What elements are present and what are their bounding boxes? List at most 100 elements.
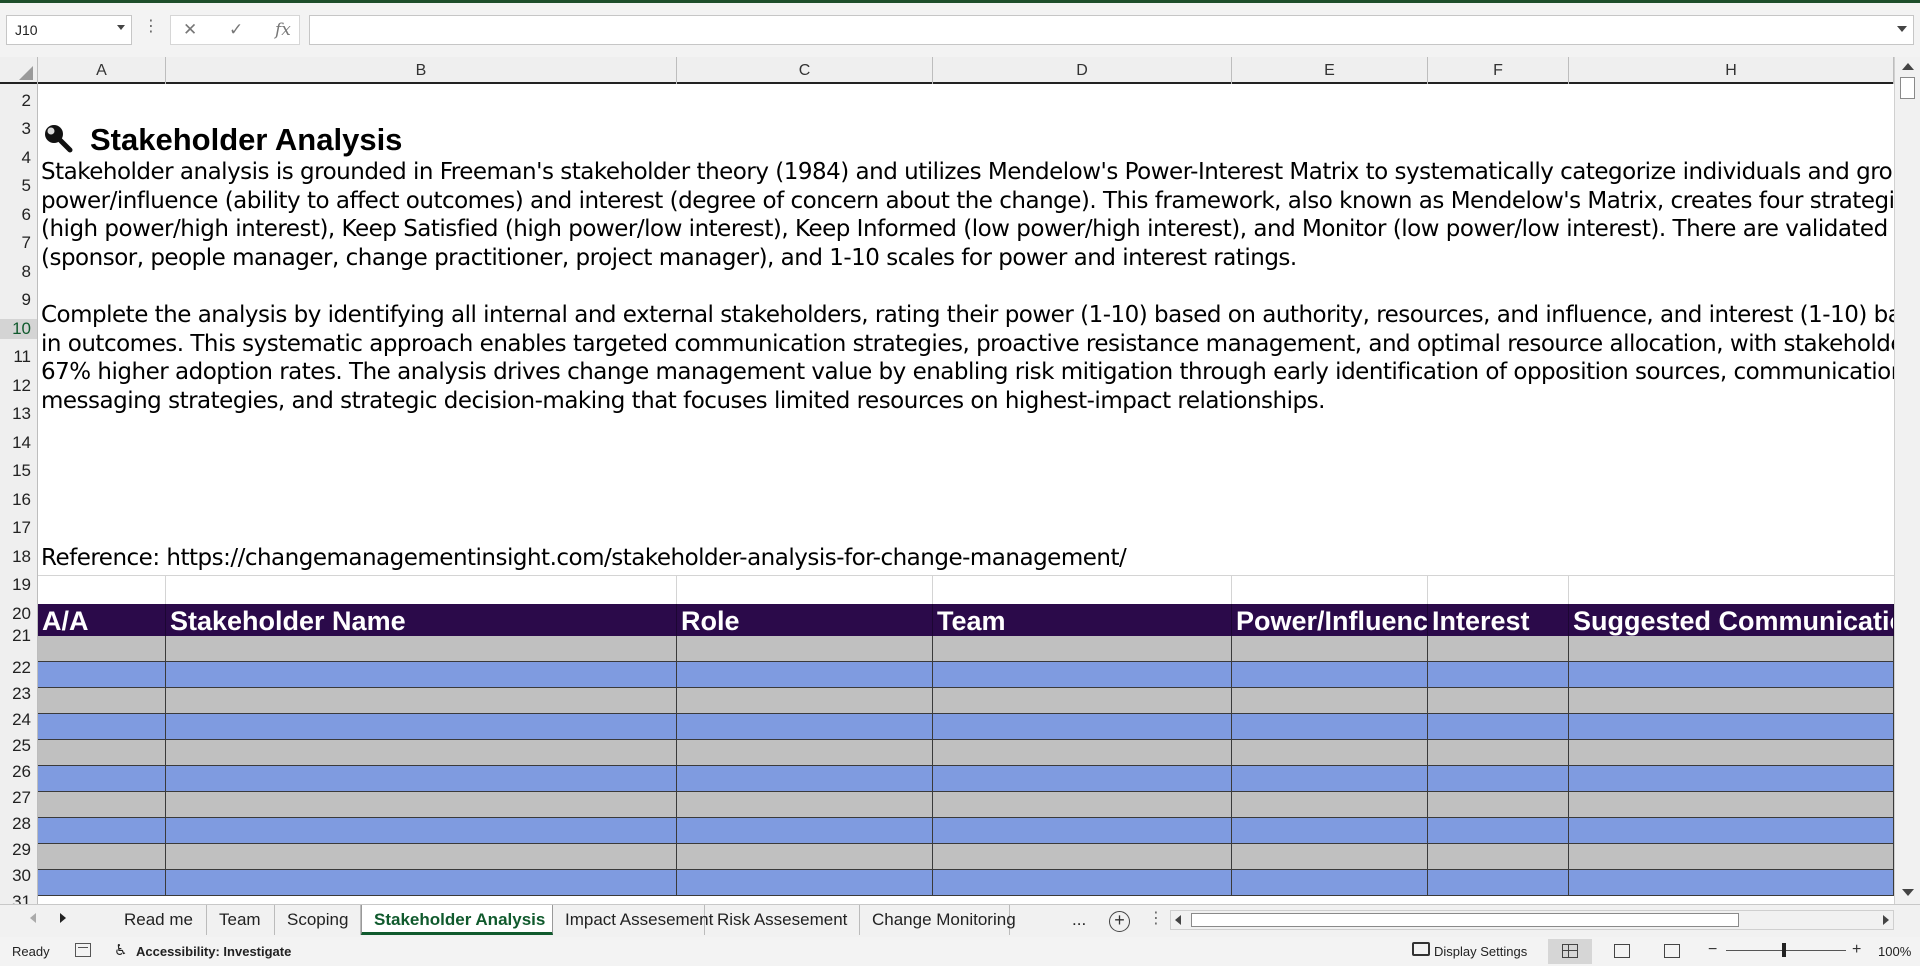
table-cell[interactable] bbox=[166, 844, 677, 870]
table-cell[interactable] bbox=[38, 636, 166, 662]
vertical-scrollbar[interactable] bbox=[1894, 57, 1920, 904]
table-cell[interactable] bbox=[1232, 766, 1428, 792]
table-cell[interactable] bbox=[677, 792, 933, 818]
scroll-down-icon[interactable] bbox=[1902, 889, 1914, 896]
row-header-18[interactable]: 18 bbox=[0, 547, 37, 567]
table-cell[interactable] bbox=[933, 714, 1232, 740]
table-cell[interactable] bbox=[1569, 662, 1894, 688]
table-cell[interactable] bbox=[1232, 870, 1428, 896]
table-cell[interactable] bbox=[166, 766, 677, 792]
cancel-icon[interactable]: ✕ bbox=[183, 20, 197, 40]
table-cell[interactable] bbox=[38, 662, 166, 688]
name-box-dropdown-icon[interactable] bbox=[117, 25, 125, 30]
table-cell[interactable] bbox=[677, 844, 933, 870]
tab-split-handle-icon[interactable]: ⋮ bbox=[1148, 911, 1164, 927]
display-settings-icon[interactable] bbox=[1412, 942, 1430, 956]
table-cell[interactable] bbox=[1569, 870, 1894, 896]
zoom-level[interactable]: 100% bbox=[1878, 944, 1911, 959]
next-sheet-icon[interactable] bbox=[60, 913, 66, 923]
sheet-tab-team[interactable]: Team bbox=[207, 905, 275, 935]
table-cell[interactable] bbox=[677, 766, 933, 792]
table-cell[interactable] bbox=[1232, 636, 1428, 662]
row-header-5[interactable]: 5 bbox=[0, 176, 37, 196]
table-cell[interactable] bbox=[1428, 740, 1569, 766]
row-header-15[interactable]: 15 bbox=[0, 461, 37, 481]
table-cell[interactable] bbox=[1232, 792, 1428, 818]
table-cell[interactable] bbox=[1569, 844, 1894, 870]
normal-view-button[interactable] bbox=[1548, 939, 1592, 964]
table-cell[interactable] bbox=[38, 818, 166, 844]
formula-input[interactable] bbox=[309, 15, 1914, 45]
page-layout-view-button[interactable] bbox=[1600, 939, 1644, 964]
name-box[interactable]: J10 bbox=[6, 15, 132, 45]
zoom-in-button[interactable]: + bbox=[1852, 941, 1861, 959]
table-cell[interactable] bbox=[166, 740, 677, 766]
sheet-tab-risk-assesement[interactable]: Risk Assesement bbox=[705, 905, 860, 935]
table-cell[interactable] bbox=[1428, 662, 1569, 688]
sheet-tab-stakeholder-analysis[interactable]: Stakeholder Analysis bbox=[361, 905, 553, 935]
column-header-d[interactable]: D bbox=[933, 57, 1232, 84]
zoom-slider-knob[interactable] bbox=[1782, 943, 1786, 957]
table-cell[interactable] bbox=[1569, 688, 1894, 714]
row-header-17[interactable]: 17 bbox=[0, 518, 37, 538]
scroll-up-icon[interactable] bbox=[1902, 63, 1914, 70]
row-header-25[interactable]: 25 bbox=[0, 736, 37, 756]
table-cell[interactable] bbox=[1232, 818, 1428, 844]
row-header-27[interactable]: 27 bbox=[0, 788, 37, 808]
select-all-button[interactable] bbox=[0, 57, 38, 84]
sheet-tab-change-monitoring[interactable]: Change Monitoring bbox=[860, 905, 1016, 935]
row-header-13[interactable]: 13 bbox=[0, 404, 37, 424]
horizontal-scroll-thumb[interactable] bbox=[1191, 913, 1739, 927]
display-settings-button[interactable]: Display Settings bbox=[1434, 944, 1527, 959]
table-cell[interactable] bbox=[677, 870, 933, 896]
table-cell[interactable] bbox=[38, 740, 166, 766]
previous-sheet-icon[interactable] bbox=[30, 913, 36, 923]
table-cell[interactable] bbox=[1569, 766, 1894, 792]
table-cell[interactable] bbox=[677, 714, 933, 740]
sheet-tab-impact-assesement[interactable]: Impact Assesement bbox=[553, 905, 713, 935]
table-cell[interactable] bbox=[677, 662, 933, 688]
more-sheets-button[interactable]: ... bbox=[1072, 905, 1086, 935]
row-header-8[interactable]: 8 bbox=[0, 262, 37, 282]
row-header-2[interactable]: 2 bbox=[0, 91, 37, 111]
table-cell[interactable] bbox=[1232, 688, 1428, 714]
table-cell[interactable] bbox=[1428, 844, 1569, 870]
table-cell[interactable] bbox=[677, 636, 933, 662]
table-cell[interactable] bbox=[1428, 818, 1569, 844]
table-cell[interactable] bbox=[1232, 740, 1428, 766]
table-header-cell[interactable]: Suggested Communication bbox=[1569, 604, 1894, 636]
table-cell[interactable] bbox=[933, 844, 1232, 870]
table-cell[interactable] bbox=[1428, 688, 1569, 714]
row-header-26[interactable]: 26 bbox=[0, 762, 37, 782]
table-cell[interactable] bbox=[1232, 662, 1428, 688]
column-header-e[interactable]: E bbox=[1232, 57, 1428, 84]
row-header-14[interactable]: 14 bbox=[0, 433, 37, 453]
table-cell[interactable] bbox=[933, 792, 1232, 818]
table-header-cell[interactable]: Role bbox=[677, 604, 933, 636]
row-header-28[interactable]: 28 bbox=[0, 814, 37, 834]
row-header-11[interactable]: 11 bbox=[0, 347, 37, 367]
table-cell[interactable] bbox=[677, 818, 933, 844]
scroll-right-icon[interactable] bbox=[1883, 915, 1889, 925]
vertical-scroll-thumb[interactable] bbox=[1900, 77, 1915, 99]
zoom-out-button[interactable]: − bbox=[1708, 941, 1717, 959]
table-cell[interactable] bbox=[1569, 818, 1894, 844]
row-header-6[interactable]: 6 bbox=[0, 205, 37, 225]
macro-recording-icon[interactable] bbox=[75, 943, 91, 957]
table-cell[interactable] bbox=[933, 870, 1232, 896]
table-header-cell[interactable]: Power/Influence bbox=[1232, 604, 1428, 636]
row-header-29[interactable]: 29 bbox=[0, 840, 37, 860]
enter-checkmark-icon[interactable]: ✓ bbox=[229, 20, 243, 40]
table-cell[interactable] bbox=[38, 844, 166, 870]
table-cell[interactable] bbox=[1232, 714, 1428, 740]
table-header-cell[interactable]: Interest bbox=[1428, 604, 1569, 636]
scroll-left-icon[interactable] bbox=[1175, 915, 1181, 925]
row-header-9[interactable]: 9 bbox=[0, 290, 37, 310]
table-cell[interactable] bbox=[166, 870, 677, 896]
row-header-10[interactable]: 10 bbox=[0, 318, 37, 339]
worksheet-grid[interactable]: Stakeholder Analysis Stakeholder analysi… bbox=[38, 84, 1894, 904]
table-cell[interactable] bbox=[166, 662, 677, 688]
table-cell[interactable] bbox=[933, 636, 1232, 662]
table-cell[interactable] bbox=[38, 870, 166, 896]
table-cell[interactable] bbox=[1232, 844, 1428, 870]
